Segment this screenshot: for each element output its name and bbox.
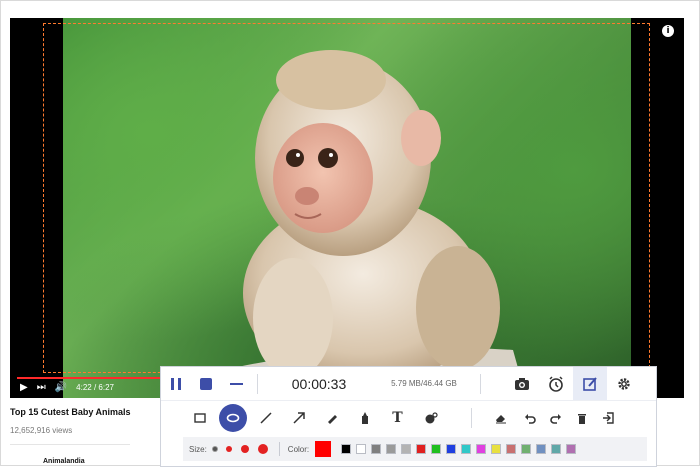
info-icon[interactable]: i <box>662 25 674 37</box>
text-icon[interactable]: T <box>381 403 414 433</box>
app-window: i ▶ ⏭ 🔊 4:22 / 6:27 Top 15 Cutest Baby A… <box>0 0 700 467</box>
trash-icon[interactable] <box>569 403 595 433</box>
time-display: 4:22 / 6:27 <box>76 383 114 392</box>
drawing-tools: T <box>161 400 656 435</box>
highlighter-icon[interactable] <box>348 403 381 433</box>
ellipse-icon[interactable] <box>216 403 249 433</box>
line-icon[interactable] <box>249 403 282 433</box>
color-swatch[interactable] <box>506 444 517 454</box>
edit-icon[interactable] <box>573 367 607 400</box>
current-color[interactable] <box>315 441 332 457</box>
color-swatch[interactable] <box>416 444 427 454</box>
size-option-4[interactable] <box>257 444 268 454</box>
alarm-clock-icon[interactable] <box>539 367 573 400</box>
color-swatch[interactable] <box>356 444 367 454</box>
video-frame <box>63 18 631 398</box>
pen-icon[interactable] <box>315 403 348 433</box>
separator <box>471 408 472 428</box>
video-title[interactable]: Top 15 Cutest Baby Animals <box>10 407 131 417</box>
arrow-icon[interactable] <box>282 403 315 433</box>
recording-toolbar: 00:00:33 5.79 MB/46.44 GB T Size: Color: <box>160 366 657 467</box>
recording-controls: 00:00:33 5.79 MB/46.44 GB <box>161 367 656 400</box>
volume-icon[interactable]: 🔊 <box>55 381 67 395</box>
color-swatch[interactable] <box>491 444 502 454</box>
color-palette <box>341 444 581 454</box>
recording-timer: 00:00:33 <box>291 375 347 392</box>
channel-name[interactable]: Animalandia <box>43 458 85 465</box>
color-swatch[interactable] <box>386 444 397 454</box>
size-option-1[interactable] <box>212 447 217 451</box>
redo-icon[interactable] <box>543 403 569 433</box>
undo-icon[interactable] <box>517 403 543 433</box>
minimize-icon <box>229 382 243 385</box>
color-swatch[interactable] <box>461 444 472 454</box>
eraser-icon[interactable] <box>484 403 517 433</box>
divider <box>10 444 130 445</box>
color-swatch[interactable] <box>566 444 577 454</box>
color-swatch[interactable] <box>401 444 412 454</box>
view-count: 12,652,916 views <box>10 426 73 435</box>
color-swatch[interactable] <box>341 444 352 454</box>
separator <box>278 442 280 456</box>
color-label: Color: <box>287 444 310 454</box>
minimize-button[interactable] <box>221 367 251 400</box>
exit-icon[interactable] <box>595 403 621 433</box>
camera-icon[interactable] <box>505 367 539 400</box>
rectangle-icon[interactable] <box>183 403 216 433</box>
next-icon[interactable]: ⏭ <box>37 381 46 395</box>
file-size: 5.79 MB/46.44 GB <box>391 379 457 388</box>
pause-icon <box>171 377 174 390</box>
player-controls: ▶ ⏭ 🔊 4:22 / 6:27 <box>20 381 114 395</box>
video-player[interactable]: i ▶ ⏭ 🔊 4:22 / 6:27 <box>10 18 684 398</box>
style-options: Size: Color: <box>183 437 647 461</box>
baby-monkey-image <box>233 50 518 388</box>
size-label: Size: <box>189 444 207 454</box>
color-swatch[interactable] <box>521 444 532 454</box>
play-icon[interactable]: ▶ <box>20 381 28 395</box>
color-swatch[interactable] <box>551 444 562 454</box>
color-swatch[interactable] <box>536 444 547 454</box>
size-option-2[interactable] <box>225 446 232 452</box>
color-swatch[interactable] <box>446 444 457 454</box>
pause-button[interactable] <box>161 367 191 400</box>
callout-icon[interactable] <box>414 403 447 433</box>
separator <box>257 373 258 394</box>
stop-icon <box>200 377 212 390</box>
stop-button[interactable] <box>191 367 221 400</box>
gear-icon[interactable] <box>607 367 641 400</box>
size-option-3[interactable] <box>240 445 249 453</box>
color-swatch[interactable] <box>371 444 382 454</box>
color-swatch[interactable] <box>476 444 487 454</box>
color-swatch[interactable] <box>431 444 442 454</box>
separator <box>480 373 481 394</box>
